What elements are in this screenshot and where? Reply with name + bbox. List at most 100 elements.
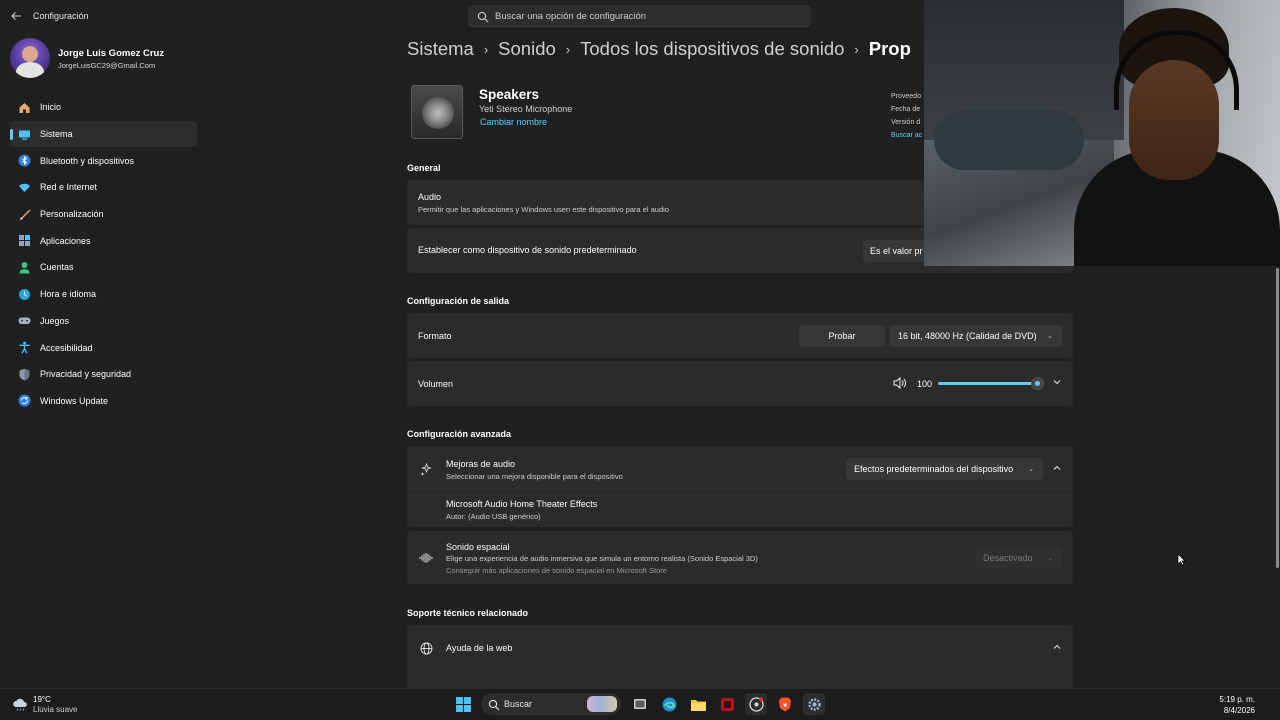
- format-value: 16 bit, 48000 Hz (Calidad de DVD): [898, 331, 1037, 341]
- weather-description: Lluvia suave: [33, 705, 78, 714]
- format-select[interactable]: 16 bit, 48000 Hz (Calidad de DVD) ⌄: [890, 325, 1062, 347]
- weather-temperature: 19°C: [33, 695, 51, 704]
- chevron-up-icon[interactable]: [1052, 642, 1062, 654]
- chevron-down-icon: ⌄: [1028, 466, 1034, 473]
- volume-value: 100: [917, 379, 933, 389]
- effect-author: Autor: (Audio USB genérico): [446, 512, 541, 521]
- globe-icon: [419, 641, 433, 655]
- test-button[interactable]: Probar: [799, 325, 885, 347]
- audio-label: Audio: [418, 192, 442, 202]
- windows-start-icon[interactable]: [452, 693, 474, 715]
- spatial-sound-select[interactable]: Desactivado ⌄: [975, 547, 1062, 569]
- driver-provider: Proveedo: [891, 93, 921, 100]
- spatial-sound-card: Sonido espacial Elige una experiencia de…: [407, 531, 1073, 584]
- spatial-audio-icon: [419, 551, 433, 565]
- breadcrumb: Sistema › Sonido › Todos los dispositivo…: [407, 38, 911, 60]
- sidebar-item-cuentas[interactable]: Cuentas: [10, 254, 197, 281]
- brave-browser-icon[interactable]: [774, 693, 796, 715]
- volume-card: Volumen 100: [407, 361, 1073, 406]
- spatial-sound-label: Sonido espacial: [446, 542, 510, 552]
- sidebar-item-label: Juegos: [40, 315, 70, 326]
- back-arrow-icon[interactable]: [8, 8, 24, 24]
- settings-gear-icon[interactable]: [803, 693, 825, 715]
- sidebar-item-juegos[interactable]: Juegos: [10, 308, 197, 335]
- sidebar-item-label: Hora e idioma: [40, 289, 97, 300]
- sidebar-item-windows-update[interactable]: Windows Update: [10, 388, 197, 415]
- search-icon: [488, 698, 500, 716]
- breadcrumb-sonido[interactable]: Sonido: [498, 38, 556, 60]
- sidebar-item-label: Sistema: [40, 129, 73, 140]
- sidebar-item-privacidad[interactable]: Privacidad y seguridad: [10, 361, 197, 388]
- speaker-volume-icon[interactable]: [893, 377, 907, 392]
- sidebar-item-label: Privacidad y seguridad: [40, 369, 132, 380]
- avatar: [10, 38, 50, 78]
- vertical-scrollbar[interactable]: [1276, 268, 1279, 568]
- volume-slider-thumb[interactable]: [1031, 377, 1044, 390]
- breadcrumb-current: Prop: [868, 38, 911, 59]
- sidebar-item-accesibilidad[interactable]: Accesibilidad: [10, 334, 197, 361]
- sidebar-item-inicio[interactable]: Inicio: [10, 94, 197, 121]
- enhancements-value: Efectos predeterminados del dispositivo: [854, 464, 1014, 474]
- settings-search-box[interactable]: Buscar una opción de configuración: [468, 5, 811, 27]
- speaker-icon: [411, 85, 463, 139]
- user-profile[interactable]: Jorge Luis Gomez Cruz JorgeLuisGC29@Gmai…: [10, 38, 210, 78]
- app-title: Configuración: [33, 11, 89, 21]
- enhancements-card: Mejoras de audio Seleccionar una mejora …: [407, 446, 1073, 527]
- sidebar-item-label: Accesibilidad: [40, 342, 93, 353]
- driver-date: Fecha de: [891, 106, 921, 113]
- brush-icon: [17, 207, 31, 221]
- default-device-label: Establecer como dispositivo de sonido pr…: [418, 245, 637, 255]
- update-icon: [17, 394, 31, 408]
- clock-date: 8/4/2026: [1223, 706, 1255, 715]
- task-view-icon[interactable]: [629, 693, 651, 715]
- chevron-up-icon[interactable]: [1052, 463, 1062, 475]
- sidebar-item-label: Windows Update: [40, 395, 109, 406]
- sidebar-item-label: Cuentas: [40, 262, 74, 273]
- web-help-label: Ayuda de la web: [446, 643, 513, 653]
- sidebar-item-personalizacion[interactable]: Personalización: [10, 201, 197, 228]
- edge-browser-icon[interactable]: [658, 693, 680, 715]
- sidebar-item-bluetooth[interactable]: Bluetooth y dispositivos: [10, 147, 197, 174]
- enhancements-select[interactable]: Efectos predeterminados del dispositivo …: [846, 458, 1043, 480]
- webcam-overlay: [924, 0, 1280, 266]
- volume-slider-track[interactable]: [938, 382, 1038, 385]
- accessibility-icon: [17, 341, 31, 355]
- section-title-output: Configuración de salida: [407, 296, 510, 306]
- monitor-icon: [17, 127, 31, 141]
- sidebar-item-aplicaciones[interactable]: Aplicaciones: [10, 227, 197, 254]
- spatial-sound-description: Elige una experiencia de audio inmersiva…: [446, 554, 758, 563]
- taskbar-search[interactable]: Buscar: [481, 693, 621, 715]
- sidebar-item-label: Inicio: [40, 102, 62, 113]
- breadcrumb-all-devices[interactable]: Todos los dispositivos de sonido: [580, 38, 844, 60]
- search-highlight-icon: [587, 696, 617, 712]
- sidebar-item-red[interactable]: Red e Internet: [10, 174, 197, 201]
- chevron-down-icon[interactable]: [1052, 377, 1062, 389]
- rename-link[interactable]: Cambiar nombre: [480, 117, 547, 127]
- taskbar-apps: Buscar: [452, 693, 832, 715]
- profile-name: Jorge Luis Gomez Cruz: [58, 48, 165, 59]
- enhancements-label: Mejoras de audio: [446, 459, 516, 469]
- sidebar-nav: Inicio Sistema Bluetooth y dispositivos …: [10, 94, 197, 414]
- device-name: Speakers: [479, 87, 540, 102]
- section-title-general: General: [407, 163, 441, 173]
- sidebar-item-sistema[interactable]: Sistema: [10, 120, 197, 148]
- volume-label: Volumen: [418, 379, 454, 389]
- sidebar-item-hora[interactable]: Hora e idioma: [10, 281, 197, 308]
- cloud-rain-icon[interactable]: [12, 697, 30, 711]
- obs-recorder-icon[interactable]: [745, 693, 767, 715]
- sidebar-item-label: Red e Internet: [40, 182, 98, 193]
- section-title-support: Soporte técnico relacionado: [407, 608, 529, 618]
- file-explorer-icon[interactable]: [687, 693, 709, 715]
- set-default-button[interactable]: Es el valor pr: [863, 240, 933, 262]
- breadcrumb-sistema[interactable]: Sistema: [407, 38, 474, 60]
- chevron-right-icon: ›: [483, 41, 489, 57]
- spatial-sound-value: Desactivado: [983, 553, 1033, 563]
- sidebar-item-label: Personalización: [40, 209, 104, 220]
- sidebar-item-label: Aplicaciones: [40, 235, 91, 246]
- web-help-card[interactable]: Ayuda de la web: [407, 625, 1073, 688]
- red-app-icon[interactable]: [716, 693, 738, 715]
- driver-search-link[interactable]: Buscar ac: [891, 129, 922, 142]
- spatial-store-link[interactable]: Conseguir más aplicaciones de sonido esp…: [446, 566, 667, 575]
- system-clock[interactable]: 5:19 p. m. 8/4/2026: [1219, 694, 1255, 716]
- search-placeholder: Buscar una opción de configuración: [495, 11, 647, 22]
